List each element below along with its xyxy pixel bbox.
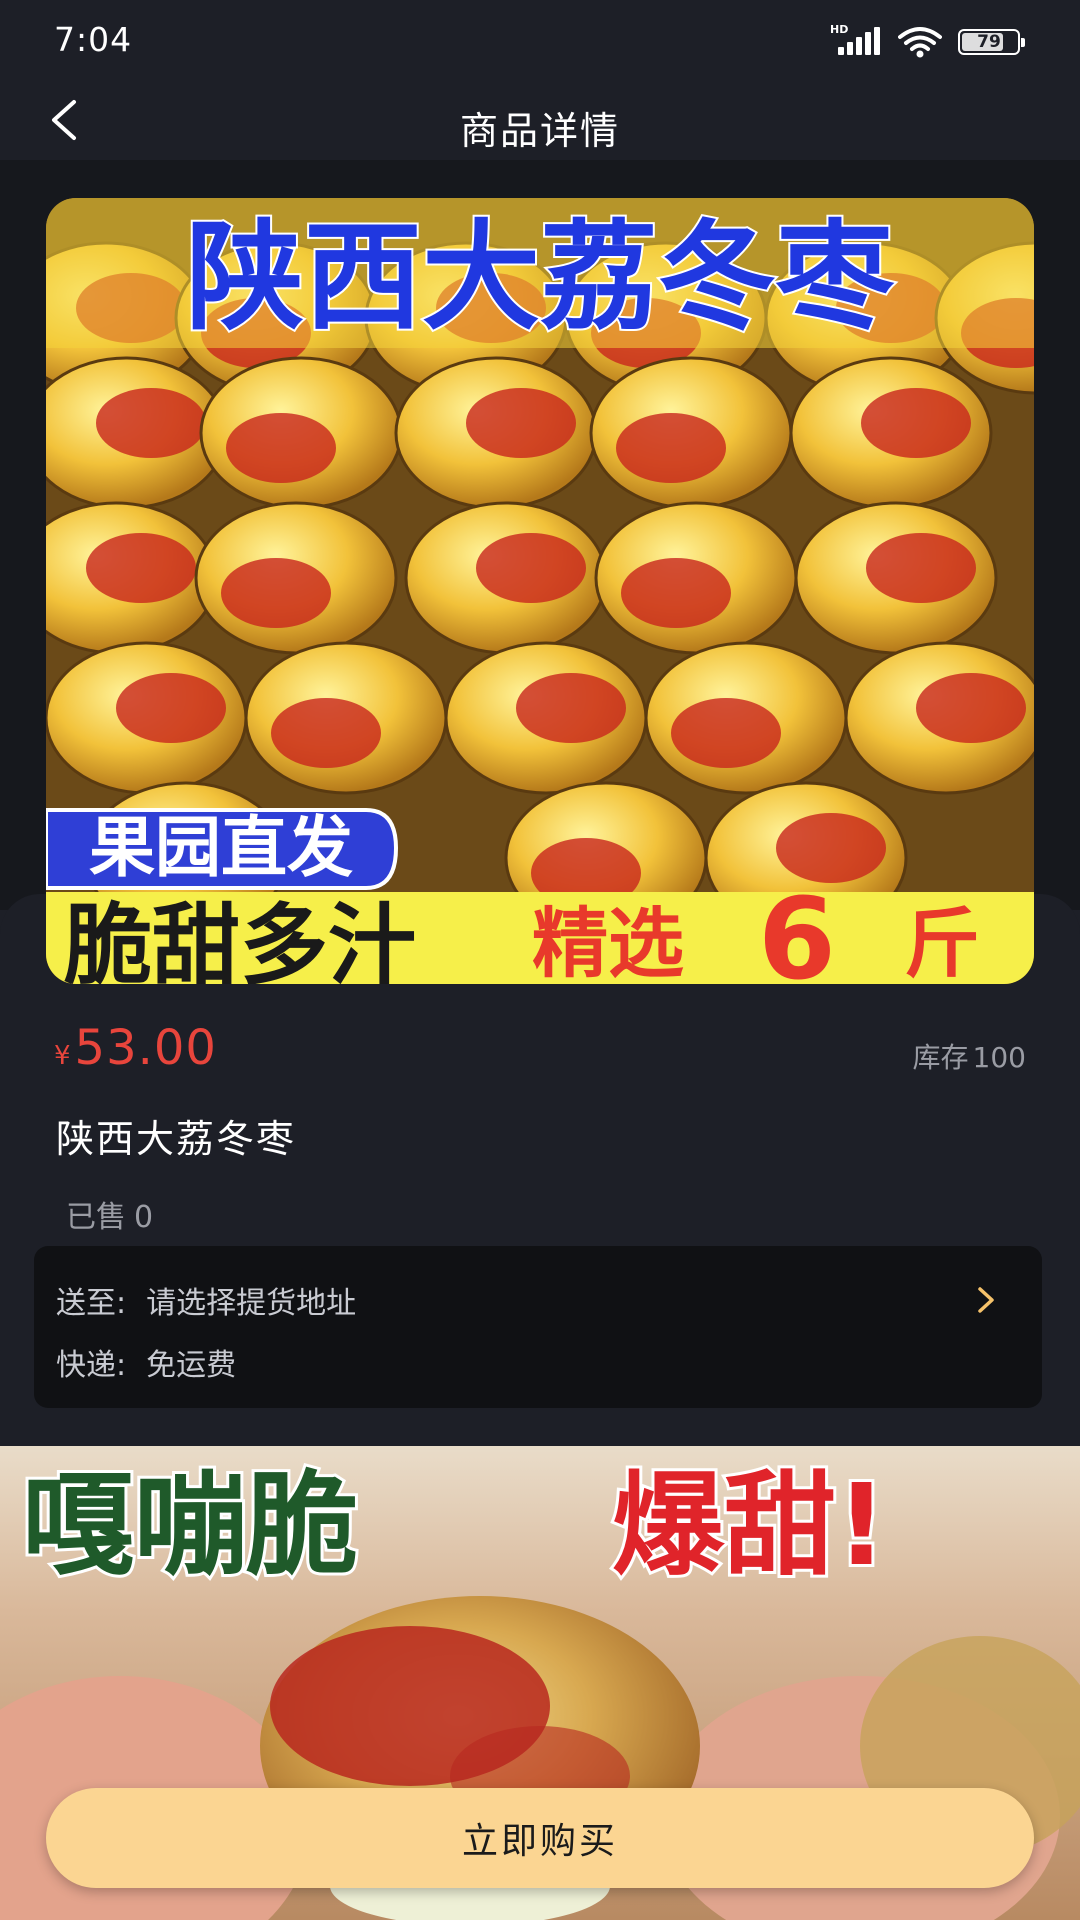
- sold-label: 已售: [66, 1200, 126, 1235]
- price-value: 53.00: [74, 1020, 217, 1076]
- chevron-right-icon: [978, 1287, 994, 1313]
- nav-bar: 商品详情: [0, 80, 1080, 160]
- detail-text-left: 嘎嘣脆: [22, 1461, 358, 1591]
- product-name: 陕西大荔冬枣: [56, 1117, 297, 1161]
- image-tagline-left: 脆甜多汁: [64, 894, 416, 984]
- express-row: 快递: 免运费: [56, 1340, 236, 1384]
- page-title: 商品详情: [459, 109, 620, 153]
- sold-count: 已售 0: [58, 1192, 153, 1236]
- sold-value: 0: [134, 1200, 154, 1235]
- network-type-label: HD: [830, 23, 849, 36]
- image-tagline-unit: 斤: [904, 899, 980, 984]
- status-time: 7:04: [54, 20, 133, 59]
- detail-text-right: 爆甜!: [612, 1461, 887, 1591]
- wifi-icon: [898, 27, 942, 58]
- ship-to-label: 送至:: [56, 1286, 127, 1321]
- price: ¥ 53.00: [54, 1020, 217, 1076]
- stock-value: 100: [972, 1041, 1026, 1074]
- ship-to-row[interactable]: 送至: 请选择提货地址: [56, 1278, 356, 1322]
- stock-label: 库存: [912, 1041, 969, 1074]
- image-badge: 果园直发: [89, 809, 353, 886]
- battery-icon: 79: [958, 29, 1025, 55]
- product-image[interactable]: 陕西大荔冬枣 果园直发 脆甜多汁 精选 6 斤: [46, 198, 1034, 984]
- image-headline: 陕西大荔冬枣: [186, 208, 895, 346]
- image-tagline-number: 6: [758, 875, 836, 984]
- status-icons: HD 79: [830, 23, 1025, 60]
- buy-now-button[interactable]: 立即购买: [46, 1788, 1034, 1888]
- delivery-card[interactable]: 送至: 请选择提货地址 快递: 免运费: [34, 1246, 1042, 1408]
- price-currency: ¥: [54, 1041, 71, 1071]
- ship-to-value: 请选择提货地址: [146, 1286, 357, 1321]
- image-tagline-prefix: 精选: [532, 899, 684, 984]
- express-value: 免运费: [146, 1348, 237, 1383]
- status-bar: 7:04 HD 79: [0, 0, 1080, 80]
- battery-level: 79: [977, 32, 1001, 52]
- signal-icon: HD: [830, 23, 882, 57]
- stock-info: 库存 100: [909, 1036, 1026, 1076]
- select-address-button[interactable]: [966, 1280, 1006, 1320]
- express-label: 快递:: [56, 1348, 127, 1383]
